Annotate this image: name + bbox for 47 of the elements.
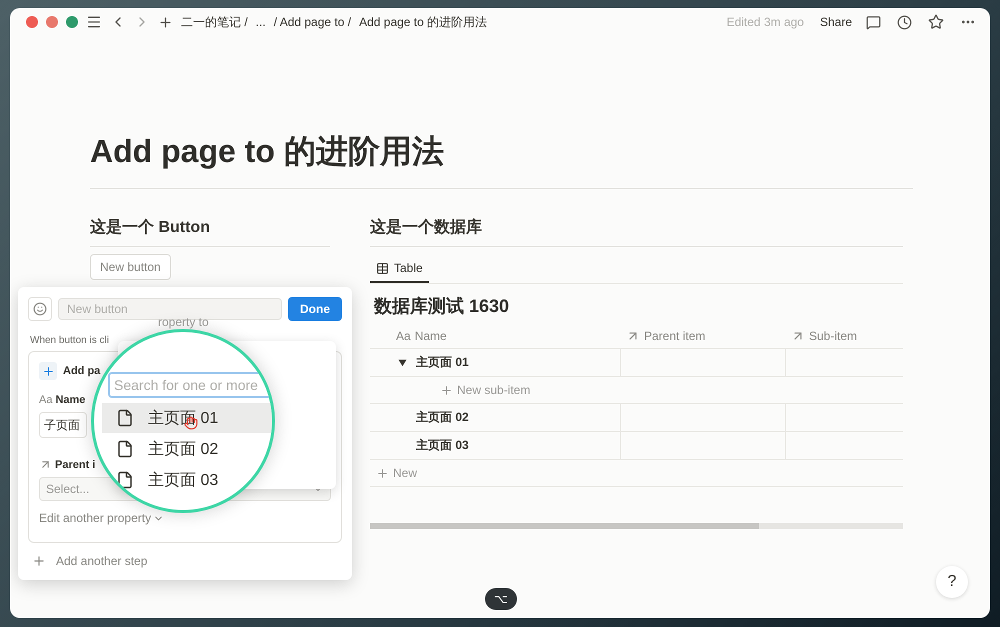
database-title: 数据库测试 1630 bbox=[374, 295, 510, 318]
plus-icon bbox=[440, 384, 453, 396]
new-button[interactable]: New button bbox=[90, 254, 171, 280]
page-icon bbox=[116, 440, 134, 458]
table-icon bbox=[376, 262, 389, 274]
plus-icon bbox=[32, 554, 46, 568]
row-title[interactable]: 主页面 01 bbox=[416, 354, 469, 371]
star-icon[interactable] bbox=[928, 14, 944, 30]
breadcrumb[interactable]: / Add page to / bbox=[274, 15, 352, 29]
view-tab[interactable]: Table bbox=[370, 257, 429, 283]
page-icon bbox=[116, 409, 134, 427]
action-label: Add pa bbox=[63, 365, 100, 377]
menu-icon[interactable] bbox=[86, 14, 102, 30]
section-heading: 这是一个数据库 bbox=[370, 217, 903, 247]
breadcrumb[interactable]: Add page to 的进阶用法 bbox=[359, 14, 488, 30]
toggle-icon[interactable] bbox=[398, 358, 407, 366]
plus-icon[interactable] bbox=[39, 362, 57, 380]
name-field[interactable]: 子页面 bbox=[39, 412, 87, 438]
shortcut-badge: ⌥ bbox=[485, 588, 517, 610]
clock-icon[interactable] bbox=[897, 14, 912, 30]
page-option[interactable]: 主页面 02 bbox=[102, 434, 272, 464]
share-button[interactable]: Share bbox=[820, 15, 852, 29]
breadcrumb[interactable]: 二一的笔记 / bbox=[181, 14, 248, 30]
trigger-label: When button is cli bbox=[30, 335, 109, 346]
arrow-icon bbox=[39, 458, 52, 471]
emoji-icon[interactable] bbox=[28, 297, 52, 321]
row-title[interactable]: 主页面 03 bbox=[416, 437, 469, 454]
minimize-window-icon[interactable] bbox=[46, 16, 58, 28]
row-title[interactable]: 主页面 02 bbox=[416, 409, 469, 426]
breadcrumb[interactable]: ... bbox=[256, 15, 266, 29]
page-option[interactable]: 主页面 03 bbox=[102, 465, 272, 495]
plus-icon bbox=[376, 466, 389, 480]
comment-icon[interactable] bbox=[866, 14, 881, 30]
zoom-window-icon[interactable] bbox=[66, 16, 78, 28]
help-button[interactable]: ? bbox=[936, 566, 968, 598]
edited-time: Edited 3m ago bbox=[726, 15, 804, 29]
add-step-button[interactable]: Add another step bbox=[32, 554, 148, 568]
edit-another-property-link[interactable]: Edit another property bbox=[39, 511, 164, 525]
property-label: Aa Name bbox=[39, 394, 86, 406]
page-icon bbox=[116, 471, 134, 489]
section-heading: 这是一个 Button bbox=[90, 217, 330, 247]
plus-icon[interactable] bbox=[158, 14, 173, 30]
done-button[interactable]: Done bbox=[288, 297, 342, 321]
button-name-field[interactable]: New button bbox=[58, 298, 282, 320]
page-title: Add page to 的进阶用法 bbox=[90, 130, 913, 189]
close-window-icon[interactable] bbox=[26, 16, 38, 28]
scrollbar[interactable] bbox=[370, 523, 903, 529]
